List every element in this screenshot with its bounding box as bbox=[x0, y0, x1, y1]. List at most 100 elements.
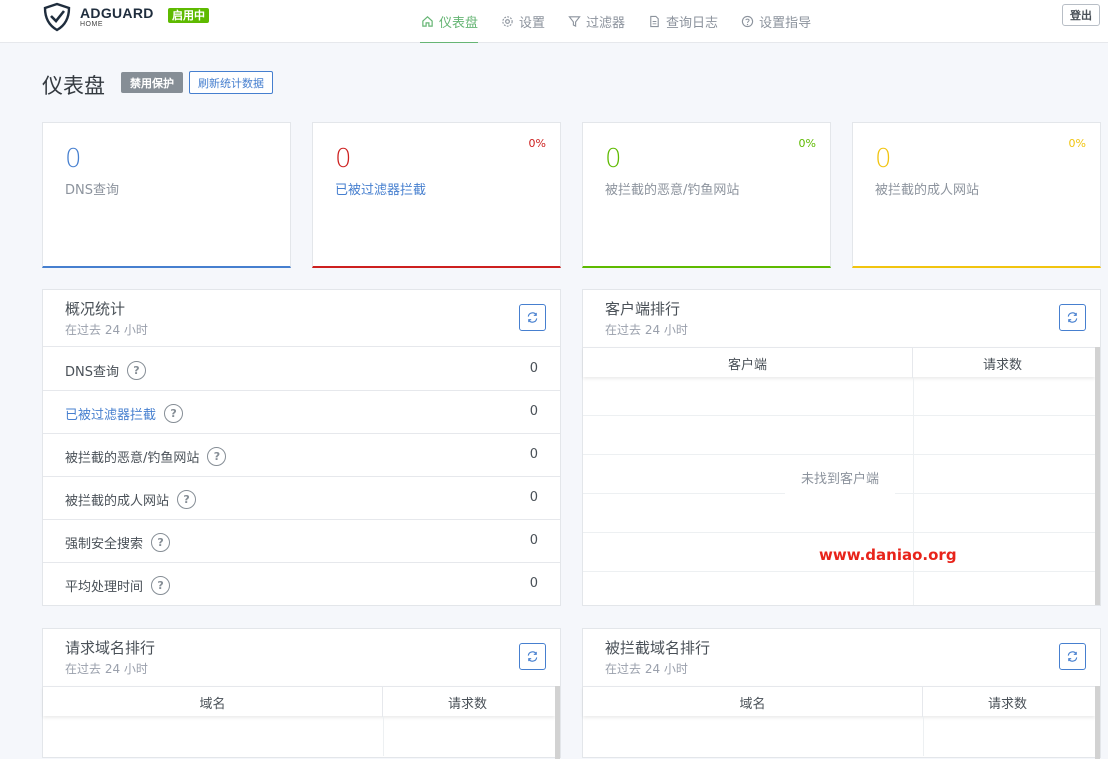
table-row bbox=[583, 494, 1095, 533]
nav-setup-guide-label: 设置指导 bbox=[759, 16, 812, 31]
stat-card-blocked-filters: 0% 0 已被过滤器拦截 bbox=[312, 122, 561, 268]
refresh-icon bbox=[527, 651, 538, 662]
table-scrollbar[interactable] bbox=[1095, 686, 1100, 759]
nav-query-log-label: 查询日志 bbox=[666, 16, 719, 31]
disable-protection-button[interactable]: 禁用保护 bbox=[121, 72, 183, 93]
row-label: 被拦截的成人网站 bbox=[65, 494, 170, 509]
stat-card-malware-phishing: 0% 0 被拦截的恶意/钓鱼网站 bbox=[582, 122, 831, 268]
row-value: 0 bbox=[529, 576, 538, 591]
refresh-icon bbox=[1067, 312, 1078, 323]
column-divider bbox=[383, 716, 384, 756]
overview-row-blocked-filters: 已被过滤器拦截? 0 bbox=[43, 391, 560, 434]
refresh-overview-button[interactable] bbox=[519, 304, 546, 331]
help-icon[interactable]: ? bbox=[151, 533, 171, 552]
stat-percent: 0% bbox=[528, 137, 546, 150]
refresh-clients-button[interactable] bbox=[1059, 304, 1086, 331]
nav-settings[interactable]: 设置 bbox=[500, 0, 545, 43]
help-icon[interactable]: ? bbox=[177, 490, 197, 509]
top-queried-domains-panel: 请求域名排行 在过去 24 小时 域名 请求数 bbox=[42, 628, 561, 759]
panel-header: 概况统计 在过去 24 小时 bbox=[43, 290, 560, 347]
column-header-client[interactable]: 客户端 bbox=[583, 348, 913, 378]
adguard-logo[interactable]: ADGUARD HOME bbox=[42, 2, 154, 32]
stat-value: 0 bbox=[605, 144, 622, 174]
nav-dashboard[interactable]: 仪表盘 bbox=[420, 0, 479, 43]
row-value: 0 bbox=[529, 361, 538, 376]
overview-row-dns-queries: DNS查询? 0 bbox=[43, 348, 560, 391]
overview-row-avg-time: 平均处理时间? 0 bbox=[43, 563, 560, 606]
nav-query-log[interactable]: 查询日志 bbox=[647, 0, 718, 43]
nav-dashboard-label: 仪表盘 bbox=[439, 16, 479, 31]
stat-percent: 0% bbox=[798, 137, 816, 150]
help-icon[interactable]: ? bbox=[207, 447, 227, 466]
table-scrollbar[interactable] bbox=[555, 686, 560, 759]
panel-title: 请求域名排行 bbox=[65, 639, 156, 657]
table-header: 客户端 请求数 bbox=[583, 347, 1095, 378]
nav-filters[interactable]: 过滤器 bbox=[567, 0, 625, 43]
stat-percent: 0% bbox=[1068, 137, 1086, 150]
watermark-text: www.daniao.org bbox=[819, 546, 957, 564]
table-row bbox=[583, 572, 1095, 611]
page-title: 仪表盘 bbox=[42, 74, 105, 98]
panel-header: 请求域名排行 在过去 24 小时 bbox=[43, 629, 560, 686]
panel-title: 被拦截域名排行 bbox=[605, 639, 711, 657]
nav-filters-label: 过滤器 bbox=[586, 16, 626, 31]
row-value: 0 bbox=[529, 490, 538, 505]
refresh-icon bbox=[527, 312, 538, 323]
panel-header: 被拦截域名排行 在过去 24 小时 bbox=[583, 629, 1100, 686]
overview-row-malware: 被拦截的恶意/钓鱼网站? 0 bbox=[43, 434, 560, 477]
logout-button[interactable]: 登出 bbox=[1062, 4, 1100, 26]
help-icon[interactable]: ? bbox=[127, 361, 146, 380]
panel-subtitle: 在过去 24 小时 bbox=[605, 662, 688, 676]
column-header-requests[interactable]: 请求数 bbox=[913, 348, 1092, 378]
overview-stats-panel: 概况统计 在过去 24 小时 DNS查询? 0 已被过滤器拦截? 0 被拦截的恶… bbox=[42, 289, 561, 606]
stat-label: 被拦截的恶意/钓鱼网站 bbox=[605, 183, 740, 198]
column-header-requests[interactable]: 请求数 bbox=[383, 687, 552, 717]
column-header-domain[interactable]: 域名 bbox=[43, 687, 383, 717]
logo-title: ADGUARD bbox=[80, 5, 154, 21]
shield-logo-icon bbox=[43, 2, 71, 32]
stat-value: 0 bbox=[335, 144, 352, 174]
stat-card-adult-sites: 0% 0 被拦截的成人网站 bbox=[852, 122, 1101, 268]
row-value: 0 bbox=[529, 447, 538, 462]
refresh-blocked-domains-button[interactable] bbox=[1059, 643, 1086, 670]
stat-label-link[interactable]: 已被过滤器拦截 bbox=[335, 179, 426, 198]
stat-value: 0 bbox=[65, 144, 82, 174]
table-row bbox=[583, 416, 1095, 455]
row-value: 0 bbox=[529, 533, 538, 548]
column-header-requests[interactable]: 请求数 bbox=[923, 687, 1092, 717]
gear-icon bbox=[500, 15, 514, 29]
stat-label: 被拦截的成人网站 bbox=[875, 183, 980, 198]
main-nav: 仪表盘 设置 过滤器 查询日志 设置指导 bbox=[420, 0, 833, 43]
stat-card-dns-queries: 0 DNS查询 bbox=[42, 122, 291, 268]
row-label: DNS查询 bbox=[65, 365, 119, 380]
empty-clients-message: 未找到客户端 bbox=[785, 460, 896, 495]
row-label-link[interactable]: 已被过滤器拦截 bbox=[65, 404, 156, 423]
home-icon bbox=[420, 15, 434, 29]
overview-row-adult: 被拦截的成人网站? 0 bbox=[43, 477, 560, 520]
table-header: 域名 请求数 bbox=[43, 686, 555, 717]
blocked-domains-table: 域名 请求数 bbox=[583, 686, 1095, 717]
refresh-queried-domains-button[interactable] bbox=[519, 643, 546, 670]
help-icon[interactable]: ? bbox=[164, 404, 184, 423]
help-circle-icon bbox=[740, 15, 754, 29]
refresh-icon bbox=[1067, 651, 1078, 662]
table-scrollbar[interactable] bbox=[1095, 347, 1100, 605]
table-header: 域名 请求数 bbox=[583, 686, 1095, 717]
refresh-stats-button[interactable]: 刷新统计数据 bbox=[189, 71, 273, 94]
table-row bbox=[583, 377, 1095, 416]
overview-row-safesearch: 强制安全搜索? 0 bbox=[43, 520, 560, 563]
panel-title: 概况统计 bbox=[65, 300, 126, 318]
row-label: 强制安全搜索 bbox=[65, 537, 144, 552]
help-icon[interactable]: ? bbox=[151, 576, 171, 595]
panel-subtitle: 在过去 24 小时 bbox=[65, 323, 148, 337]
panel-header: 客户端排行 在过去 24 小时 bbox=[583, 290, 1100, 347]
panel-subtitle: 在过去 24 小时 bbox=[605, 323, 688, 337]
column-header-domain[interactable]: 域名 bbox=[583, 687, 923, 717]
document-icon bbox=[647, 15, 661, 29]
top-blocked-domains-panel: 被拦截域名排行 在过去 24 小时 域名 请求数 bbox=[582, 628, 1101, 759]
top-navbar: ADGUARD HOME 启用中 仪表盘 设置 过滤器 查询日志 设置指导 登出 bbox=[0, 0, 1108, 43]
row-label: 被拦截的恶意/钓鱼网站 bbox=[65, 451, 200, 466]
row-label: 平均处理时间 bbox=[65, 580, 144, 595]
queried-domains-table: 域名 请求数 bbox=[43, 686, 555, 717]
nav-setup-guide[interactable]: 设置指导 bbox=[740, 0, 811, 43]
